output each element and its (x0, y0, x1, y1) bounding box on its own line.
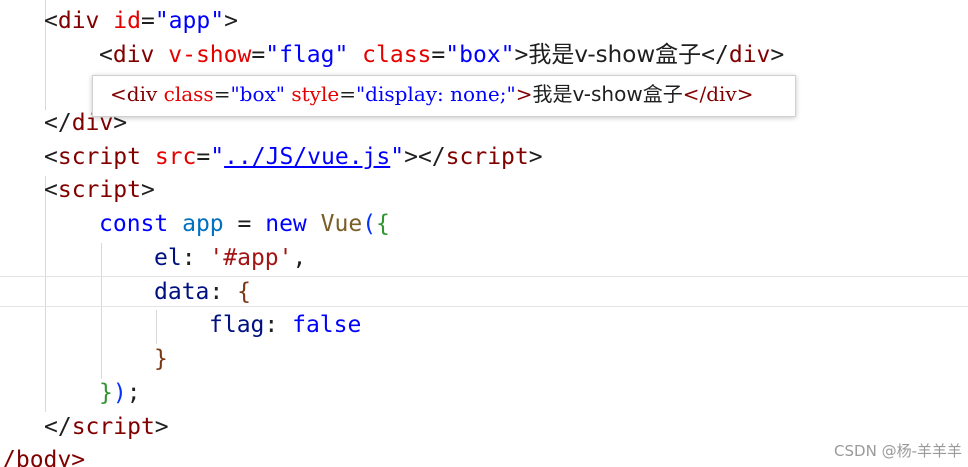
code-line[interactable]: <div id="app"> (44, 4, 238, 38)
hover-preview-popup: <div class="box" style="display: none;">… (92, 75, 796, 117)
token-keyword: false (292, 312, 362, 338)
token: </ (44, 110, 72, 136)
token-class: Vue (320, 211, 363, 237)
token-string: " (390, 144, 405, 170)
token: < (44, 144, 58, 170)
popup-token-string: "box" (230, 82, 285, 106)
code-line[interactable]: } (154, 342, 168, 376)
token-text: 我是v-show盒子 (528, 42, 702, 68)
token-string: " (210, 144, 225, 170)
popup-token: </ (682, 82, 707, 106)
token: > (528, 144, 543, 170)
token: > (140, 177, 155, 203)
token-attr: src (154, 144, 197, 170)
token-attr: v-show (168, 42, 252, 68)
token-keyword: const (99, 211, 169, 237)
token: </ (44, 414, 72, 440)
popup-token-tag: div (126, 82, 158, 106)
code-line[interactable]: }); (99, 376, 141, 410)
token-tag: script (445, 144, 529, 170)
token: < (44, 177, 58, 203)
token: = (196, 144, 211, 170)
token: = (237, 211, 252, 237)
token-string: '#app' (209, 245, 293, 271)
code-line[interactable]: el: '#app', (154, 241, 306, 275)
token: : (264, 312, 279, 338)
script-src-link[interactable]: ../JS/vue.js (224, 144, 390, 170)
token-tag: script (57, 144, 141, 170)
popup-token-string: "display: none;" (355, 82, 516, 106)
popup-token-text: 我是v-show盒子 (532, 82, 683, 106)
token: < (44, 8, 58, 34)
token-string: "box" (445, 42, 515, 68)
current-line-highlight (0, 276, 968, 307)
popup-token: = (213, 82, 231, 106)
token-paren: ) (112, 380, 127, 406)
token: = (431, 42, 446, 68)
code-line[interactable]: <script src="../JS/vue.js"></script> (44, 140, 543, 174)
code-editor[interactable]: <div id="app"> <div v-show="flag" class=… (0, 0, 968, 467)
token-tag: /body> (2, 447, 86, 467)
watermark: CSDN @杨-羊羊羊 (834, 442, 962, 460)
token: > (224, 8, 238, 34)
token-property: el (154, 245, 182, 271)
token-variable: app (182, 211, 224, 237)
code-line[interactable]: /body> (2, 443, 85, 467)
token-attr: id (113, 8, 141, 34)
token-string: "app" (154, 8, 225, 34)
popup-token-attr: class (163, 82, 214, 106)
token-tag: div (112, 42, 155, 68)
popup-token: > (515, 82, 533, 106)
token-tag: script (71, 414, 155, 440)
token-tag: script (57, 177, 141, 203)
popup-token-attr: style (291, 82, 340, 106)
token-tag: div (57, 8, 100, 34)
popup-token: < (110, 82, 127, 106)
code-line[interactable]: <script> (44, 173, 155, 207)
token: , (292, 245, 307, 271)
token-brace: } (99, 380, 113, 406)
token-property: flag (209, 312, 265, 338)
token: < (99, 42, 113, 68)
token: > (514, 42, 529, 68)
code-line[interactable]: <div v-show="flag" class="box">我是v-show盒… (99, 38, 784, 72)
token: : (181, 245, 196, 271)
token: ></ (404, 144, 446, 170)
popup-token-tag: div (706, 82, 737, 106)
popup-token: > (736, 82, 754, 106)
indent-guide (156, 310, 157, 344)
indent-guide (101, 243, 102, 379)
code-line[interactable]: flag: false (209, 308, 361, 342)
token-paren: ( (362, 211, 377, 237)
token-property: data (154, 279, 210, 305)
code-line[interactable]: data: { (154, 275, 251, 309)
code-line[interactable]: </script> (44, 410, 169, 444)
token: > (154, 414, 169, 440)
token: </ (701, 42, 729, 68)
token-keyword: new (265, 211, 307, 237)
token-string: "flag" (265, 42, 349, 68)
token: > (770, 42, 785, 68)
token: : (209, 279, 224, 305)
token: = (140, 8, 155, 34)
token-brace: { (237, 279, 251, 305)
code-line[interactable]: const app = new Vue({ (99, 207, 390, 241)
token-tag: div (728, 42, 771, 68)
token-attr: class (362, 42, 432, 68)
token-brace: } (154, 346, 168, 372)
token: = (251, 42, 266, 68)
token-brace: { (376, 211, 390, 237)
popup-token: = (339, 82, 356, 106)
token: ; (126, 380, 141, 406)
